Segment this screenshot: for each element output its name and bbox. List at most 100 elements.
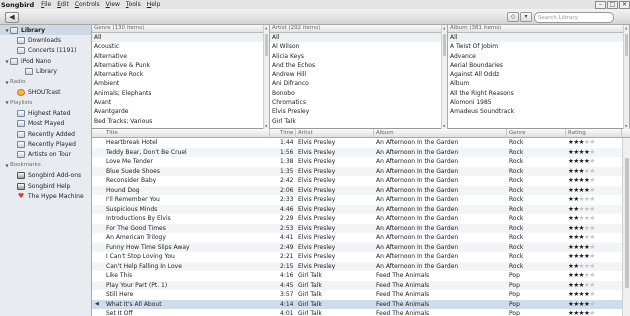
track-row[interactable]: Hound Dog 2:06 Elvis Presley An Afternoon I…	[92, 185, 622, 196]
scroll-down-icon[interactable]: ▼	[625, 124, 627, 128]
menu-edit[interactable]: Edit	[54, 1, 72, 8]
artist-filter-row[interactable]: And the Echos	[270, 61, 447, 70]
sidebar-item-concerts-1191[interactable]: Concerts (1191)	[0, 46, 91, 56]
track-row[interactable]: Like This 4:16 Girl Talk Feed The Animals Po…	[92, 271, 622, 281]
star-icon[interactable]: ★	[589, 224, 595, 232]
rating-stars[interactable]: ★★★★★	[568, 167, 595, 177]
star-icon[interactable]: ★	[589, 243, 595, 251]
star-icon[interactable]: ★	[589, 271, 595, 279]
sidebar-item-most-played[interactable]: Most Played	[0, 119, 91, 129]
track-row[interactable]: Can't Help Falling In Love 2:15 Elvis Pres…	[92, 261, 622, 271]
rating-stars[interactable]: ★★★★★	[568, 214, 595, 224]
menu-tools[interactable]: Tools	[123, 1, 144, 8]
genre-filter-row[interactable]: Alternative	[92, 52, 269, 61]
rating-stars[interactable]: ★★★★★	[568, 195, 595, 205]
album-filter-row[interactable]: Against All Oddz	[448, 70, 629, 79]
track-row[interactable]: ◀ What It's All About 4:14 Girl Talk Feed Th…	[92, 299, 622, 309]
column-genre[interactable]: Genre	[507, 129, 566, 138]
track-row[interactable]: For The Good Times 2:53 Elvis Presley An Af…	[92, 223, 622, 234]
genre-filter-row[interactable]: Acoustic	[92, 42, 269, 51]
search-engine-icon[interactable]: ▾	[520, 12, 532, 22]
sidebar-item-highest-rated[interactable]: Highest Rated	[0, 108, 91, 118]
column-album[interactable]: Album	[374, 129, 507, 138]
track-row[interactable]: Love Me Tender 1:38 Elvis Presley An Aftern…	[92, 157, 622, 167]
artist-filter-scrollbar[interactable]: ▲ ▼	[441, 25, 447, 129]
scroll-up-icon[interactable]: ▲	[443, 26, 445, 30]
sidebar-item-songbird-help[interactable]: Songbird Help	[0, 181, 91, 191]
close-button[interactable]: ✕	[619, 0, 630, 9]
track-row[interactable]: Teddy Bear, Don't Be Cruel 1:56 Elvis Pres…	[92, 147, 622, 158]
tag-icon[interactable]: ◇	[507, 12, 519, 22]
rating-stars[interactable]: ★★★★★	[568, 148, 595, 158]
rating-stars[interactable]: ★★★★★	[568, 271, 595, 281]
sidebar-item-recently-added[interactable]: Recently Added	[0, 129, 91, 139]
rating-stars[interactable]: ★★★★★	[568, 157, 595, 167]
genre-filter-row[interactable]: Alternative & Punk	[92, 61, 269, 70]
album-filter-row[interactable]: A Twist Of Jobim	[448, 42, 629, 51]
menu-controls[interactable]: Controls	[72, 1, 103, 8]
sidebar-item-downloads[interactable]: Downloads	[0, 35, 91, 45]
sidebar-item-artists-on-tour[interactable]: Artists on Tour	[0, 150, 91, 160]
track-row[interactable]: Blue Suede Shoes 1:35 Elvis Presley An Afte…	[92, 166, 622, 177]
track-row[interactable]: I Can't Stop Loving You 2:21 Elvis Presley…	[92, 252, 622, 262]
sidebar-item-the-hype-machine[interactable]: ♥ The Hype Machine	[0, 191, 91, 201]
rating-stars[interactable]: ★★★★★	[568, 186, 595, 196]
artist-filter-row[interactable]: Al Wilson	[270, 42, 447, 51]
minimize-button[interactable]: –	[595, 0, 606, 9]
scrollbar-thumb[interactable]	[625, 158, 629, 288]
artist-filter-row[interactable]: Elvis Presley	[270, 107, 447, 116]
sidebar-item-recently-played[interactable]: Recently Played	[0, 139, 91, 149]
scroll-up-icon[interactable]: ▲	[625, 26, 627, 30]
menu-file[interactable]: File	[38, 1, 54, 8]
search-input[interactable]	[538, 14, 608, 21]
artist-filter-row[interactable]: Chromatics	[270, 98, 447, 107]
star-icon[interactable]: ★	[589, 214, 595, 222]
genre-filter-row[interactable]: Bed Tracks; Various	[92, 117, 269, 126]
genre-filter-row[interactable]: Ambient	[92, 79, 269, 88]
scroll-down-icon[interactable]: ▼	[265, 124, 267, 128]
rating-stars[interactable]: ★★★★★	[568, 224, 595, 234]
artist-filter-row[interactable]: Bonobo	[270, 89, 447, 98]
back-button[interactable]: ◀	[5, 12, 19, 23]
track-row[interactable]: Heartbreak Hotel 1:44 Elvis Presley An Afte…	[92, 138, 622, 148]
sidebar-item-library[interactable]: Library	[0, 67, 91, 77]
column-time[interactable]: Time	[278, 129, 296, 138]
genre-filter-header[interactable]: Genre (130 items)	[92, 25, 269, 33]
scrollbar-thumb[interactable]	[443, 34, 446, 56]
genre-filter-row[interactable]: Animals; Elephants	[92, 89, 269, 98]
rating-stars[interactable]: ★★★★★	[568, 176, 595, 186]
maximize-button[interactable]: □	[607, 0, 618, 9]
genre-filter-row[interactable]: All	[92, 33, 269, 43]
artist-filter-row[interactable]: Andrew Hill	[270, 70, 447, 79]
scroll-up-icon[interactable]: ▲	[265, 26, 267, 30]
column-title[interactable]: Title	[104, 129, 270, 138]
genre-filter-scrollbar[interactable]: ▲ ▼	[263, 25, 269, 129]
sidebar-group-playlists[interactable]: ▼ Playlists	[0, 98, 91, 108]
album-filter-row[interactable]: Aerial Boundaries	[448, 61, 629, 70]
menu-view[interactable]: View	[103, 1, 123, 8]
star-icon[interactable]: ★	[589, 176, 595, 184]
star-icon[interactable]: ★	[589, 281, 595, 289]
scrollbar-thumb[interactable]	[265, 34, 268, 56]
rating-stars[interactable]: ★★★★★	[568, 290, 595, 300]
star-icon[interactable]: ★	[589, 252, 595, 260]
rating-stars[interactable]: ★★★★★	[568, 309, 595, 316]
genre-filter-row[interactable]: Alternative Rock	[92, 70, 269, 79]
star-icon[interactable]: ★	[589, 195, 595, 203]
track-row[interactable]: Set It Off 4:01 Girl Talk Feed The Animals P…	[92, 309, 622, 316]
album-filter-scrollbar[interactable]: ▲ ▼	[623, 25, 629, 129]
rating-stars[interactable]: ★★★★★	[568, 138, 595, 148]
column-artist[interactable]: Artist	[296, 129, 374, 138]
track-row[interactable]: Still Here 3:57 Girl Talk Feed The Animals P…	[92, 290, 622, 300]
rating-stars[interactable]: ★★★★★	[568, 281, 595, 291]
artist-filter-row[interactable]: Girl Talk	[270, 117, 447, 126]
album-filter-row[interactable]: Album	[448, 79, 629, 88]
sidebar-item-ipod-nano[interactable]: ▼ iPod Nano	[0, 56, 91, 66]
track-row[interactable]: Suspicious Minds 4:46 Elvis Presley An Afte…	[92, 204, 622, 214]
star-icon[interactable]: ★	[589, 233, 595, 241]
star-icon[interactable]: ★	[589, 290, 595, 298]
star-icon[interactable]: ★	[589, 138, 595, 146]
rating-stars[interactable]: ★★★★★	[568, 233, 595, 243]
track-row[interactable]: Reconsider Baby 2:42 Elvis Presley An After…	[92, 176, 622, 186]
menu-help[interactable]: Help	[144, 1, 164, 8]
